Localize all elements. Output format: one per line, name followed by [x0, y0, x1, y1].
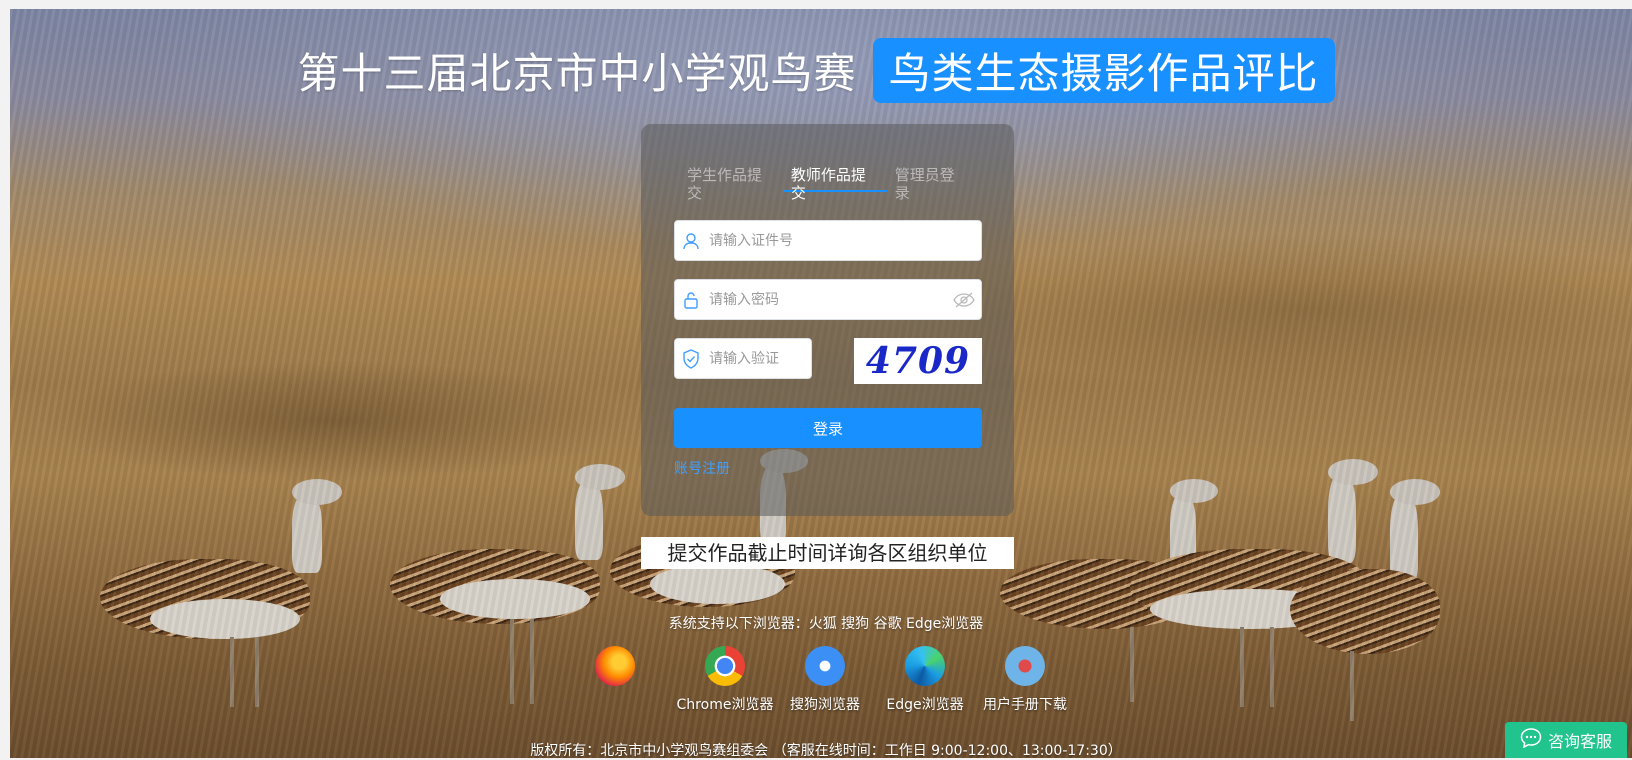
- browser-edge[interactable]: Edge浏览器: [870, 642, 980, 714]
- browser-label: Edge浏览器: [886, 697, 964, 713]
- copyright-text: 版权所有：北京市中小学观鸟赛组委会 （客服在线时间：工作日 9:00-12:00…: [530, 743, 1122, 759]
- bird-illustration: [1290, 479, 1470, 721]
- browser-chrome[interactable]: Chrome浏览器: [670, 642, 780, 714]
- browser-list: Chrome浏览器 搜狗浏览器 Edge浏览器 用户手册下载: [560, 642, 1100, 722]
- user-icon: [675, 232, 707, 250]
- manual-icon: [1005, 646, 1045, 686]
- bird-illustration: [1110, 459, 1430, 719]
- lock-icon: [675, 291, 707, 309]
- browser-label: 搜狗浏览器: [790, 697, 860, 713]
- browser-firefox[interactable]: [560, 642, 670, 686]
- captcha-text: 4709: [865, 340, 971, 382]
- chrome-icon: [705, 646, 745, 686]
- password-field: [674, 279, 982, 320]
- eye-off-icon[interactable]: [947, 292, 981, 308]
- page-header: 第十三届北京市中小学观鸟赛 鸟类生态摄影作品评比: [0, 38, 1632, 103]
- captcha-field: [674, 338, 812, 379]
- captcha-input[interactable]: [707, 349, 811, 368]
- deadline-notice: 提交作品截止时间详询各区组织单位: [641, 537, 1014, 569]
- edge-icon: [905, 646, 945, 686]
- service-label: 咨询客服: [1547, 732, 1612, 751]
- firefox-icon: [595, 646, 635, 686]
- page-title: 第十三届北京市中小学观鸟赛: [297, 49, 857, 98]
- captcha-image[interactable]: 4709: [854, 338, 982, 384]
- sogou-icon: [805, 646, 845, 686]
- register-link[interactable]: 账号注册: [674, 458, 730, 478]
- login-panel: 学生作品提交 教师作品提交 管理员登录 4709 登录 账号注册: [641, 124, 1014, 516]
- customer-service-button[interactable]: 咨询客服: [1505, 722, 1627, 758]
- browser-label: Chrome浏览器: [676, 697, 774, 713]
- login-tabs: 学生作品提交 教师作品提交 管理员登录: [679, 166, 976, 202]
- id-input[interactable]: [707, 231, 981, 250]
- chat-icon: [1520, 728, 1542, 752]
- password-input[interactable]: [707, 290, 947, 309]
- bird-illustration: [60, 479, 360, 709]
- manual-label: 用户手册下载: [983, 697, 1067, 713]
- tab-admin-login[interactable]: 管理员登录: [887, 166, 976, 202]
- tab-teacher-submit[interactable]: 教师作品提交: [782, 166, 887, 202]
- browser-support-text: 系统支持以下浏览器：火狐 搜狗 谷歌 Edge浏览器: [668, 616, 984, 632]
- tab-student-submit[interactable]: 学生作品提交: [679, 166, 783, 202]
- page-subtitle-badge: 鸟类生态摄影作品评比: [872, 38, 1335, 103]
- browser-sogou[interactable]: 搜狗浏览器: [770, 642, 880, 714]
- manual-download[interactable]: 用户手册下载: [970, 642, 1080, 714]
- shield-check-icon: [675, 348, 707, 369]
- login-button[interactable]: 登录: [674, 408, 982, 448]
- id-field: [674, 220, 982, 261]
